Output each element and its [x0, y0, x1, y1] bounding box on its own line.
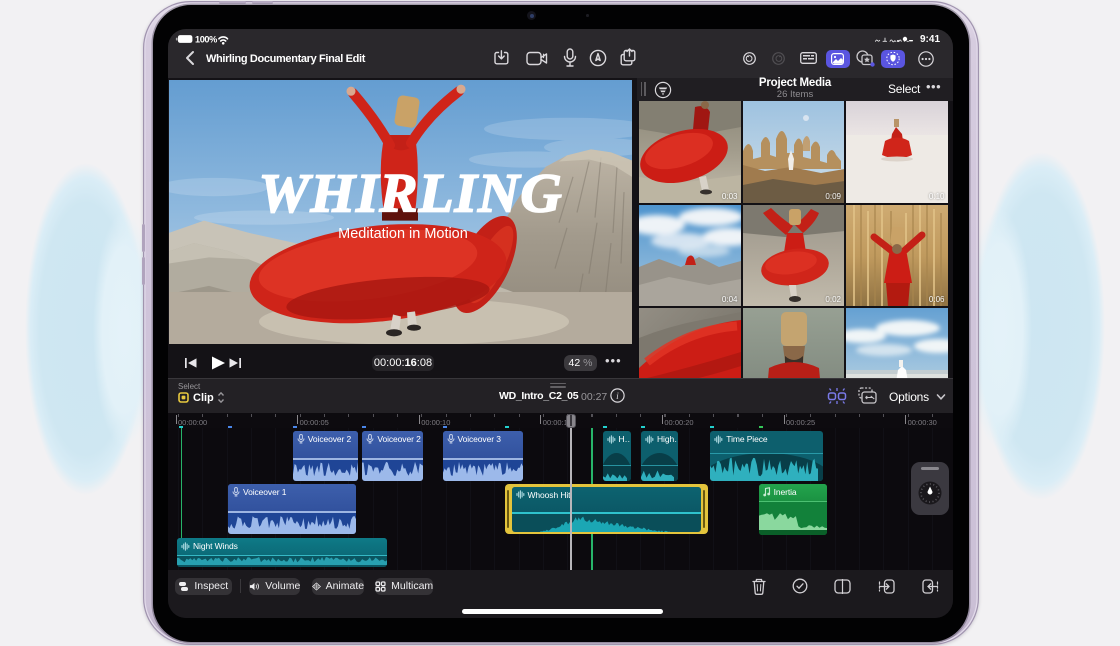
svg-text:100%: 100%	[195, 34, 217, 44]
svg-text:i: i	[616, 392, 619, 402]
svg-text:WHIRLING: WHIRLING	[259, 163, 563, 224]
svg-text:9:41: 9:41	[920, 34, 940, 44]
svg-text:Meditation in Motion: Meditation in Motion	[338, 226, 468, 242]
